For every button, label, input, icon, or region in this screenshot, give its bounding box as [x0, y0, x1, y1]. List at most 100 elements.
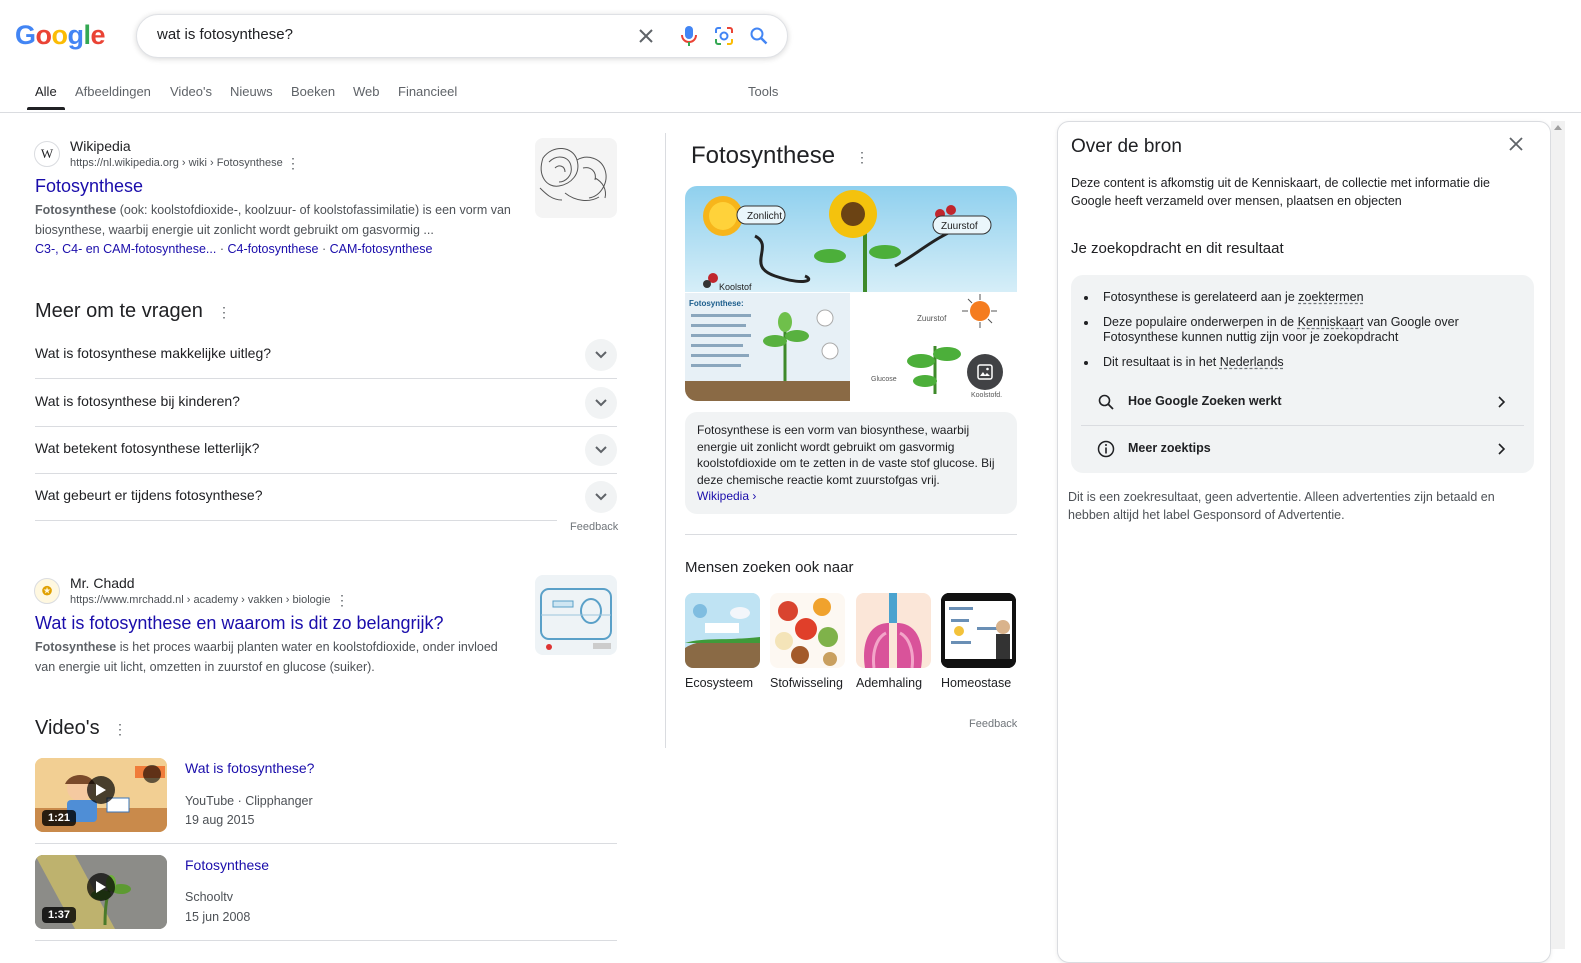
video-date: 19 aug 2015: [185, 813, 255, 827]
search-tabs: Alle Afbeeldingen Video's Nieuws Boeken …: [0, 80, 1581, 113]
kp-more-icon[interactable]: ⋮: [855, 149, 869, 166]
tab-videos[interactable]: Video's: [170, 84, 212, 99]
image-gallery-icon[interactable]: [967, 354, 1003, 390]
tools-button[interactable]: Tools: [748, 84, 778, 99]
tab-boeken[interactable]: Boeken: [291, 84, 335, 99]
kp-label-co2: Koolstofd.: [971, 392, 1002, 399]
more-options-icon[interactable]: ⋮: [335, 592, 349, 609]
bullet-text: Deze populaire onderwerpen in de: [1103, 315, 1298, 329]
result-title-link[interactable]: Fotosynthese: [35, 176, 143, 197]
scroll-up-arrow[interactable]: [1554, 125, 1562, 130]
tab-nieuws[interactable]: Nieuws: [230, 84, 273, 99]
kp-feedback-link[interactable]: Feedback: [969, 718, 1017, 730]
search-icon[interactable]: [747, 24, 771, 48]
how-search-works-link[interactable]: Hoe Google Zoeken werkt: [1081, 379, 1524, 426]
logo-letter: G: [15, 20, 36, 50]
close-icon[interactable]: [1506, 134, 1526, 159]
paa-question[interactable]: Wat gebeurt er tijdens fotosynthese?: [35, 473, 557, 521]
kp-label-oxygen: Zuurstof: [941, 221, 978, 232]
video-title-link[interactable]: Wat is fotosynthese?: [185, 760, 314, 776]
paa-question-text: Wat is fotosynthese bij kinderen?: [35, 393, 240, 409]
video-duration: 1:37: [42, 907, 77, 923]
videos-more-icon[interactable]: ⋮: [113, 721, 127, 738]
kp-label-glucose: Glucose: [871, 376, 897, 383]
result-url[interactable]: https://www.mrchadd.nl › academy › vakke…: [70, 594, 330, 606]
side-panel-intro: Deze content is afkomstig uit de Kennisk…: [1071, 176, 1490, 208]
result-thumbnail[interactable]: [535, 138, 617, 218]
chevron-down-icon[interactable]: [585, 481, 617, 513]
sitelink[interactable]: CAM-fotosynthese: [330, 242, 433, 256]
tab-alle[interactable]: Alle: [27, 84, 65, 110]
people-also-search-label[interactable]: Homeostase: [941, 676, 1031, 690]
clear-icon[interactable]: [634, 24, 658, 48]
kp-label-sun: Zonlicht: [747, 211, 782, 222]
search-icon: [1098, 394, 1114, 410]
result-url[interactable]: https://nl.wikipedia.org › wiki › Fotosy…: [70, 157, 283, 169]
sitelink[interactable]: C3-, C4- en CAM-fotosynthese...: [35, 242, 216, 256]
video-date: 15 jun 2008: [185, 910, 251, 924]
kp-label-carbon: Koolstof: [719, 282, 752, 292]
video-duration: 1:21: [42, 810, 77, 826]
divider: [35, 843, 617, 844]
google-logo[interactable]: Google: [15, 20, 106, 51]
chevron-down-icon[interactable]: [585, 387, 617, 419]
people-also-search-item[interactable]: [941, 593, 1016, 668]
logo-letter: o: [35, 20, 53, 50]
video-title-link[interactable]: Fotosynthese: [185, 857, 269, 873]
snippet-bold: Fotosynthese: [35, 203, 117, 217]
video-source: YouTube · Clipphanger: [185, 794, 313, 808]
video-thumbnail[interactable]: 1:37: [35, 855, 167, 929]
more-options-icon[interactable]: ⋮: [286, 155, 300, 172]
result-snippet: Fotosynthese is het proces waarbij plant…: [35, 637, 520, 677]
result-snippet: Fotosynthese (ook: koolstofdioxide-, koo…: [35, 200, 520, 240]
bullet-text: Fotosynthese is gerelateerd aan je: [1103, 290, 1299, 304]
tab-financieel[interactable]: Financieel: [398, 84, 457, 99]
people-also-search-label[interactable]: Stofwisseling: [770, 676, 860, 690]
sitelink-separator: ·: [219, 242, 224, 256]
tab-web[interactable]: Web: [353, 84, 380, 99]
video-thumbnail[interactable]: 1:21: [35, 758, 167, 832]
link-label: Hoe Google Zoeken werkt: [1128, 394, 1282, 408]
bullet-link[interactable]: Kenniskaart: [1298, 315, 1364, 329]
people-also-search-item[interactable]: [770, 593, 845, 668]
kp-source-link[interactable]: Wikipedia ›: [697, 489, 756, 503]
kp-image-grid[interactable]: Zonlicht Zuurstof Koolstof Fotosynthese:…: [685, 186, 1017, 401]
chevron-right-icon: [1498, 443, 1506, 455]
logo-letter: e: [90, 20, 106, 50]
paa-question[interactable]: Wat is fotosynthese makkelijke uitleg?: [35, 331, 617, 379]
result-thumbnail[interactable]: [535, 575, 617, 655]
result-title-link[interactable]: Wat is fotosynthese en waarom is dit zo …: [35, 613, 444, 634]
paa-more-icon[interactable]: ⋮: [217, 304, 231, 321]
bullet-link[interactable]: zoektermen: [1298, 290, 1363, 304]
kp-title: Fotosynthese: [691, 142, 836, 169]
tab-afbeeldingen[interactable]: Afbeeldingen: [75, 84, 151, 99]
people-also-search-item[interactable]: [856, 593, 931, 668]
scrollbar[interactable]: [1551, 121, 1565, 949]
more-search-tips-link[interactable]: Meer zoektips: [1081, 426, 1524, 472]
bullet-item: Deze populaire onderwerpen in de Kennisk…: [1084, 315, 1483, 345]
people-also-search-heading: Mensen zoeken ook naar: [685, 559, 854, 576]
query-result-box: Fotosynthese is gerelateerd aan je zoekt…: [1071, 275, 1534, 473]
link-label: Meer zoektips: [1128, 441, 1211, 455]
paa-question[interactable]: Wat betekent fotosynthese letterlijk?: [35, 426, 617, 474]
microphone-icon[interactable]: [677, 24, 701, 48]
lens-camera-icon[interactable]: [712, 24, 736, 48]
chevron-down-icon[interactable]: [585, 434, 617, 466]
sitelink[interactable]: C4-fotosynthese: [227, 242, 318, 256]
bullet-link[interactable]: Nederlands: [1220, 355, 1284, 369]
chevron-down-icon[interactable]: [585, 339, 617, 371]
bullet-item: Dit resultaat is in het Nederlands: [1084, 355, 1523, 370]
people-also-search-label[interactable]: Ecosysteem: [685, 676, 775, 690]
paa-feedback-link[interactable]: Feedback: [570, 521, 618, 533]
chevron-right-icon: [1498, 396, 1506, 408]
bullet-text: Dit resultaat is in het: [1103, 355, 1220, 369]
play-icon[interactable]: [87, 873, 115, 901]
search-box[interactable]: [136, 14, 788, 58]
search-input[interactable]: [155, 25, 609, 44]
paa-question[interactable]: Wat is fotosynthese bij kinderen?: [35, 379, 617, 427]
result-site-name: Wikipedia: [70, 138, 131, 154]
logo-letter: o: [51, 20, 69, 50]
people-also-search-label[interactable]: Ademhaling: [856, 676, 946, 690]
people-also-search-item[interactable]: [685, 593, 760, 668]
play-icon[interactable]: [87, 776, 115, 804]
